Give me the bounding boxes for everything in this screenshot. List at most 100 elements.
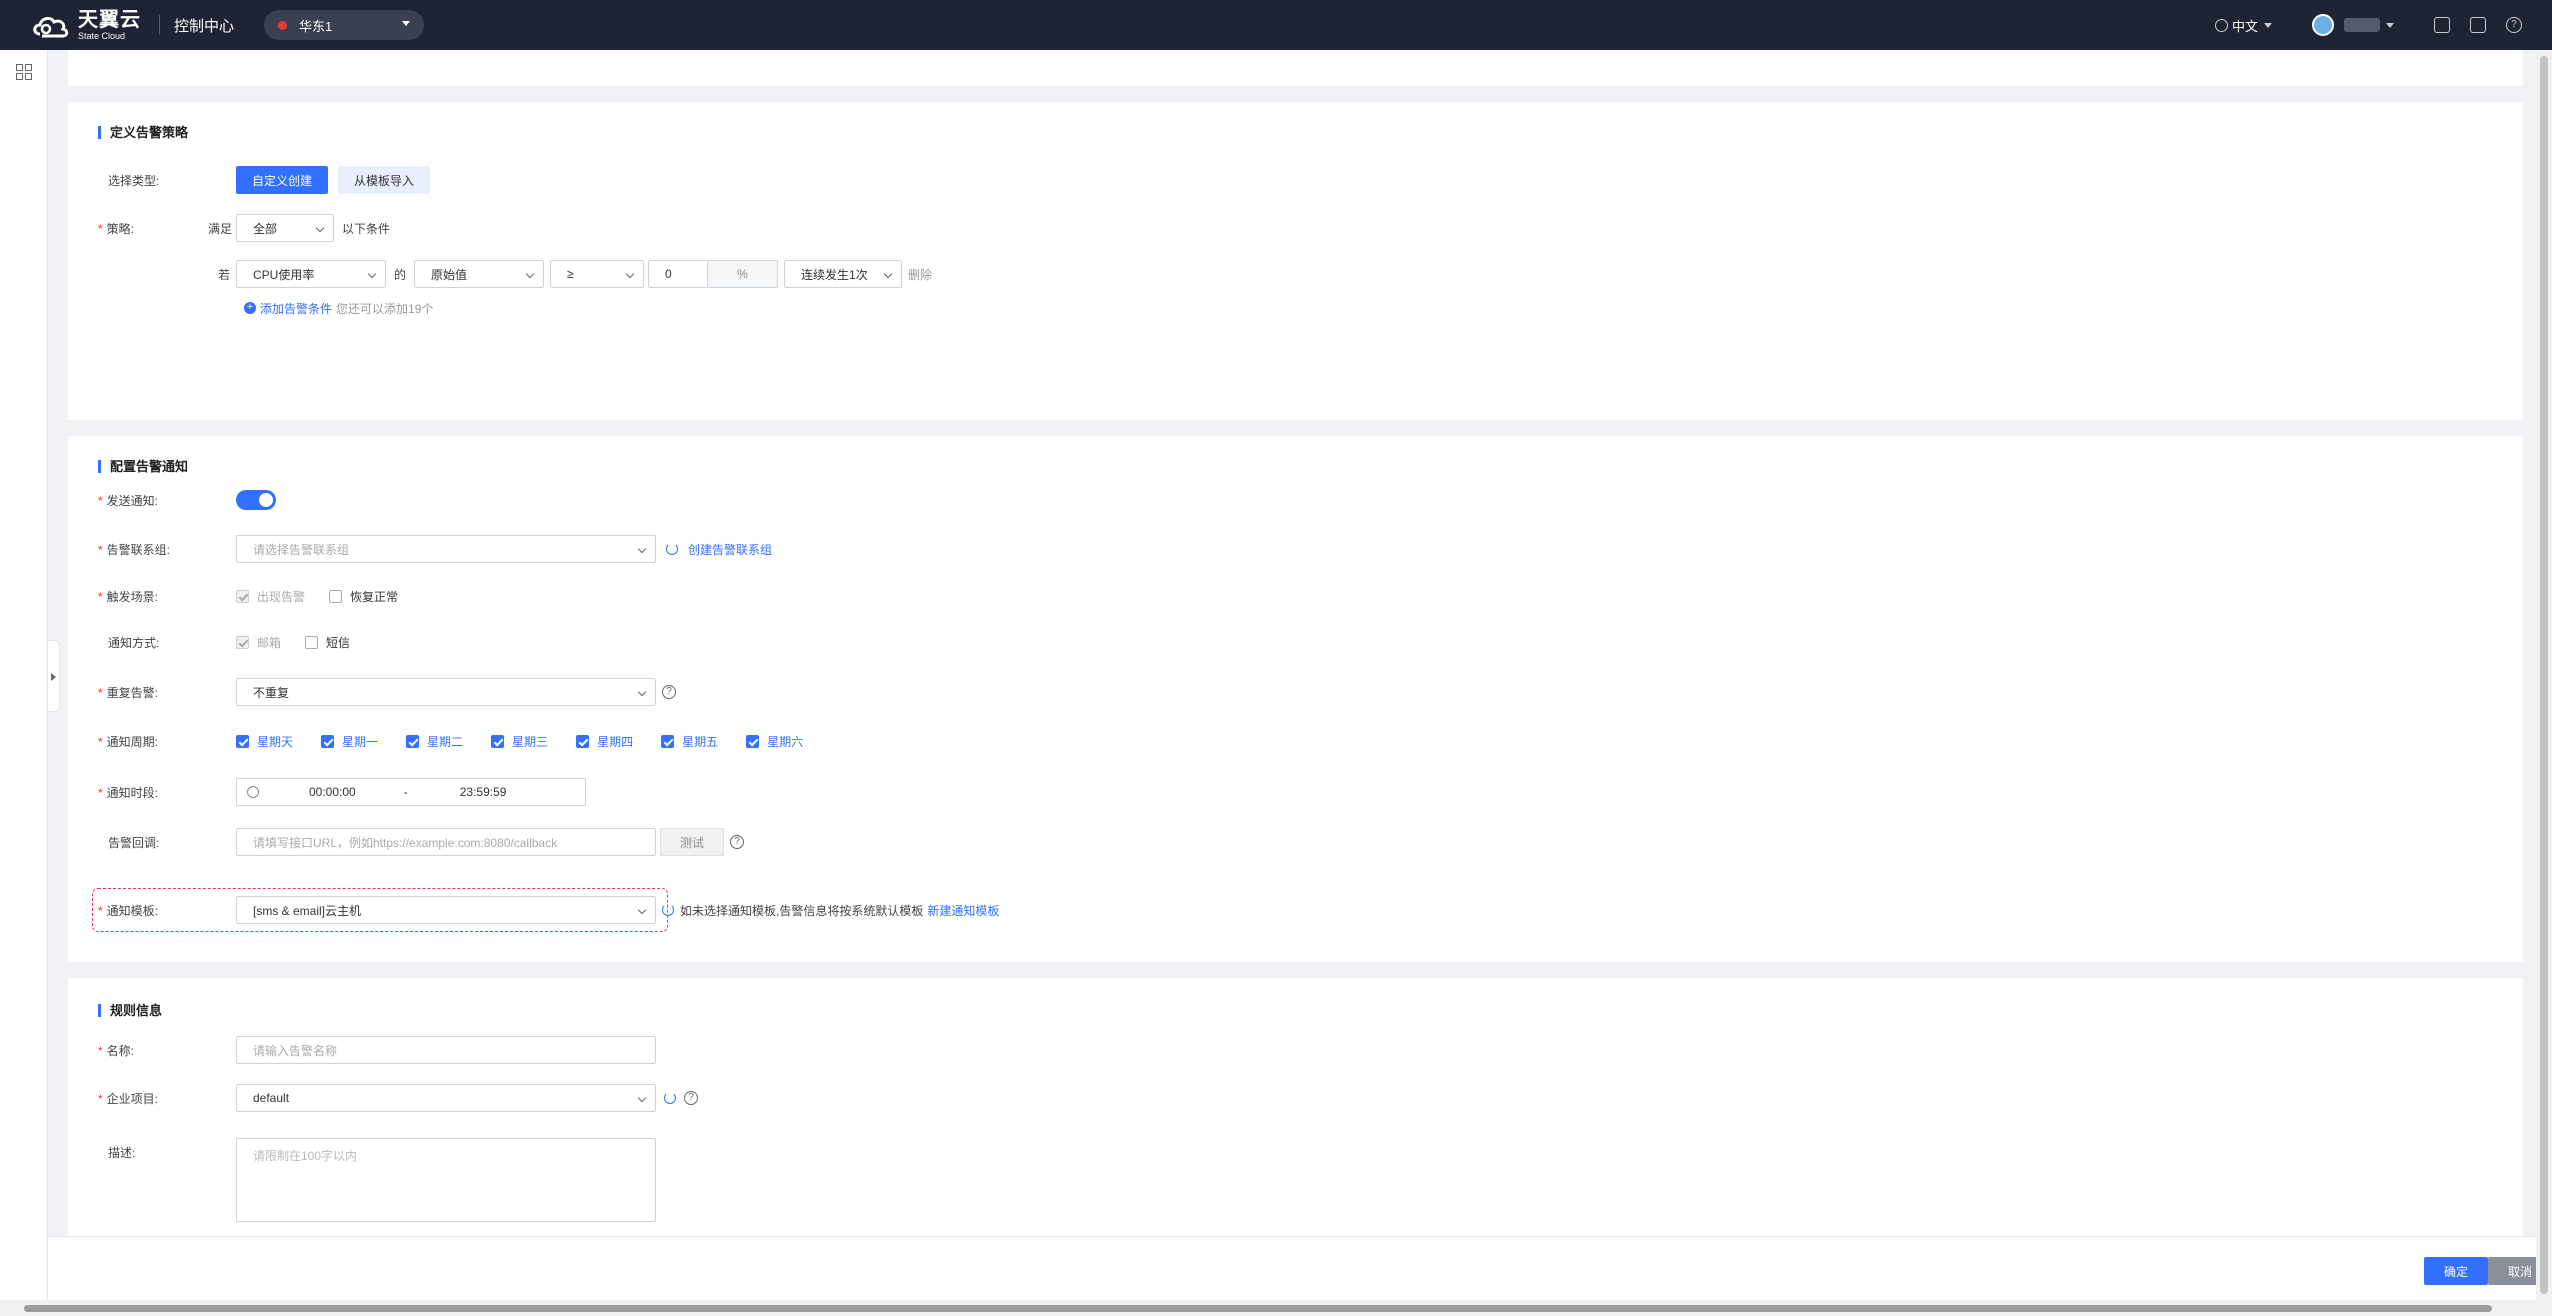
custom-create-button[interactable]: 自定义创建 xyxy=(236,166,329,194)
help-icon[interactable]: ? xyxy=(684,1091,698,1105)
notify-template-select[interactable]: [sms & email]云主机 xyxy=(236,896,656,924)
divider xyxy=(159,15,160,35)
repeat-alarm-select[interactable]: 不重复 xyxy=(236,678,656,706)
description-row: 描述: 请限制在100字以内 xyxy=(98,1138,656,1222)
satisfy-text: 满足 xyxy=(208,221,233,236)
cloud-logo-icon xyxy=(33,16,69,38)
rule-name-label: 名称: xyxy=(106,1043,135,1058)
weekday-fri-checkbox[interactable]: 星期五 xyxy=(661,733,718,750)
confirm-button[interactable]: 确定 xyxy=(2424,1257,2488,1285)
scrollbar-thumb[interactable] xyxy=(24,1305,2492,1312)
help-icon[interactable]: ? xyxy=(730,835,744,849)
description-textarea[interactable]: 请限制在100字以内 xyxy=(236,1138,656,1222)
callback-label: 告警回调: xyxy=(108,835,160,850)
alarm-strategy-card: 定义告警策略 选择类型: 自定义创建 从模板导入 * 策略: 满足 全部 以下条件… xyxy=(68,102,2523,420)
chevron-down-icon xyxy=(637,905,647,915)
unit-suffix: % xyxy=(708,260,779,288)
refresh-icon[interactable] xyxy=(662,904,674,916)
scrollbar-thumb[interactable] xyxy=(2540,56,2548,1294)
contact-group-select[interactable]: 请选择告警联系组 xyxy=(236,535,656,563)
chevron-down-icon xyxy=(637,687,647,697)
add-condition-link[interactable]: 添加告警条件 xyxy=(260,300,332,317)
add-condition-hint: 您还可以添加19个 xyxy=(336,301,434,316)
chevron-down-icon xyxy=(315,223,325,233)
settings-sliders-icon[interactable] xyxy=(2470,17,2486,33)
language-selector[interactable]: 中文 xyxy=(2214,16,2272,35)
callback-row: 告警回调: 请填写接口URL，例如https://example.com:808… xyxy=(98,828,744,856)
send-notify-row: * 发送通知: xyxy=(98,486,276,514)
contact-group-row: * 告警联系组: 请选择告警联系组 创建告警联系组 xyxy=(98,535,772,563)
weekday-sat-checkbox[interactable]: 星期六 xyxy=(746,733,803,750)
notify-method-row: 通知方式: 邮箱 短信 xyxy=(98,628,374,656)
top-navigation-bar: 天翼云 State Cloud 控制中心 华东1 中文 ? xyxy=(0,0,2552,50)
create-contact-group-link[interactable]: 创建告警联系组 xyxy=(688,541,772,558)
section-title: 配置告警通知 xyxy=(98,460,188,473)
help-icon[interactable]: ? xyxy=(662,685,676,699)
user-menu[interactable] xyxy=(2312,14,2394,36)
language-label: 中文 xyxy=(2231,18,2258,34)
trigger-recover-checkbox[interactable]: 恢复正常 xyxy=(329,588,398,605)
weekday-thu-checkbox[interactable]: 星期四 xyxy=(576,733,633,750)
test-callback-button[interactable]: 测试 xyxy=(660,828,724,856)
notify-template-label: 通知模板: xyxy=(106,903,159,918)
vertical-scrollbar[interactable] xyxy=(2536,50,2552,1300)
threshold-input[interactable]: 0 xyxy=(648,260,709,288)
main-content: 定义告警策略 选择类型: 自定义创建 从模板导入 * 策略: 满足 全部 以下条件… xyxy=(68,50,2523,1264)
alarm-notification-card: 配置告警通知 * 发送通知: * 告警联系组: 请选择告警联系组 创建告警联系组 *… xyxy=(68,436,2523,962)
notify-period-row: * 通知周期: 星期天 星期一 星期二 星期三 星期四 星期五 星期六 xyxy=(98,733,804,750)
caret-down-icon xyxy=(2264,22,2272,28)
console-link[interactable]: 控制中心 xyxy=(174,15,234,36)
of-text: 的 xyxy=(394,267,407,282)
match-mode-select[interactable]: 全部 xyxy=(236,214,334,242)
weekday-wed-checkbox[interactable]: 星期三 xyxy=(491,733,548,750)
method-sms-checkbox[interactable]: 短信 xyxy=(305,634,350,651)
weekday-tue-checkbox[interactable]: 星期二 xyxy=(406,733,463,750)
logo-text-en: State Cloud xyxy=(78,30,126,41)
refresh-icon[interactable] xyxy=(664,1092,676,1104)
value-type-select[interactable]: 原始值 xyxy=(414,260,545,288)
username-masked xyxy=(2344,18,2380,32)
trigger-alarm-checkbox[interactable]: 出现告警 xyxy=(236,588,305,605)
apps-grid-icon[interactable] xyxy=(16,64,32,80)
time-range-picker[interactable]: 00:00:00 - 23:59:59 xyxy=(236,778,586,806)
send-notify-label: 发送通知: xyxy=(106,493,159,508)
repeat-alarm-row: * 重复告警: 不重复 ? xyxy=(98,678,676,706)
time-end: 23:59:59 xyxy=(459,785,507,799)
time-start: 00:00:00 xyxy=(309,785,356,799)
rule-name-row: * 名称: 请输入告警名称 xyxy=(98,1036,656,1064)
time-separator: - xyxy=(403,785,408,799)
region-name: 华东1 xyxy=(299,18,333,34)
enterprise-project-select[interactable]: default xyxy=(236,1084,656,1112)
contact-group-label: 告警联系组: xyxy=(106,542,171,557)
occurrence-select[interactable]: 连续发生1次 xyxy=(784,260,903,288)
help-icon[interactable]: ? xyxy=(2506,17,2522,33)
trigger-scene-label: 触发场景: xyxy=(106,589,159,604)
notify-time-row: * 通知时段: 00:00:00 - 23:59:59 xyxy=(98,778,586,806)
previous-section-card xyxy=(68,50,2523,86)
operator-select[interactable]: ≥ xyxy=(550,260,645,288)
import-template-button[interactable]: 从模板导入 xyxy=(338,166,431,194)
weekday-mon-checkbox[interactable]: 星期一 xyxy=(321,733,378,750)
enterprise-project-label: 企业项目: xyxy=(106,1091,159,1106)
repeat-alarm-label: 重复告警: xyxy=(106,685,159,700)
refresh-icon[interactable] xyxy=(666,543,678,555)
notify-method-label: 通知方式: xyxy=(108,635,160,650)
sidebar-collapse-handle[interactable] xyxy=(48,640,60,712)
chevron-down-icon xyxy=(367,269,377,279)
callback-url-input[interactable]: 请填写接口URL，例如https://example.com:8080/call… xyxy=(236,828,656,856)
metric-select[interactable]: CPU使用率 xyxy=(236,260,386,288)
horizontal-scrollbar[interactable] xyxy=(0,1300,2552,1316)
rule-name-input[interactable]: 请输入告警名称 xyxy=(236,1036,656,1064)
chevron-down-icon xyxy=(625,269,635,279)
message-icon[interactable] xyxy=(2434,17,2450,33)
new-template-link[interactable]: 新建通知模板 xyxy=(927,902,999,919)
avatar xyxy=(2312,14,2334,36)
brand-logo[interactable]: 天翼云 State Cloud xyxy=(30,10,141,41)
plus-circle-icon[interactable]: + xyxy=(244,302,256,314)
weekday-sun-checkbox[interactable]: 星期天 xyxy=(236,733,293,750)
delete-condition-link[interactable]: 删除 xyxy=(908,266,932,283)
caret-down-icon xyxy=(2386,22,2394,28)
method-email-checkbox[interactable]: 邮箱 xyxy=(236,634,281,651)
region-selector[interactable]: 华东1 xyxy=(264,10,425,40)
send-notify-toggle[interactable] xyxy=(236,490,276,510)
